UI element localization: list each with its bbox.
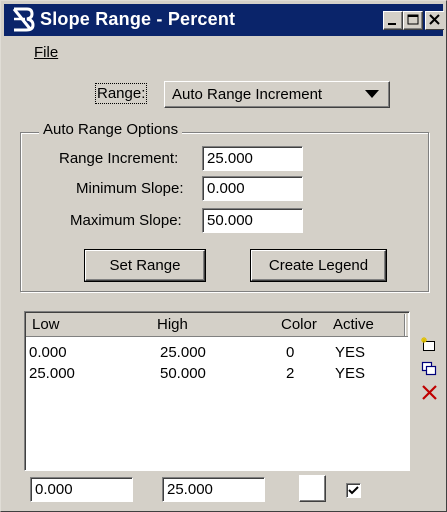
dropdown-arrow-icon (365, 90, 379, 98)
cell-low: 25.000 (29, 365, 75, 382)
delete-row-icon[interactable] (421, 384, 438, 401)
cell-active: YES (335, 344, 366, 361)
create-legend-button[interactable]: Create Legend (251, 250, 386, 281)
range-label: Range: (94, 83, 148, 104)
column-header-low[interactable]: Low (32, 316, 60, 333)
color-swatch-button[interactable] (299, 475, 326, 502)
table-row[interactable]: 25.000 50.000 2 YES (26, 364, 408, 384)
minimize-button[interactable] (383, 11, 403, 30)
cell-color: 2 (286, 365, 295, 382)
new-row-icon[interactable] (421, 337, 437, 353)
cell-active: YES (335, 365, 366, 382)
slope-range-window: Slope Range - Percent File Range: Auto R… (0, 0, 447, 512)
table-row[interactable]: 0.000 25.000 0 YES (26, 343, 408, 363)
minimum-slope-input[interactable]: 0.000 (202, 176, 303, 201)
cell-high: 25.000 (160, 344, 206, 361)
maximum-slope-label: Maximum Slope: (70, 212, 182, 229)
high-value-input[interactable]: 25.000 (162, 477, 265, 502)
menu-file[interactable]: File (34, 44, 58, 61)
active-checkbox[interactable] (346, 483, 361, 498)
column-header-active[interactable]: Active (333, 316, 374, 333)
list-header: Low High Color Active (26, 313, 408, 337)
close-icon (429, 14, 440, 25)
header-divider (404, 314, 405, 336)
maximize-button[interactable] (403, 11, 423, 30)
range-dropdown[interactable]: Auto Range Increment (164, 81, 390, 108)
minimize-icon (388, 23, 396, 25)
low-value-input[interactable]: 0.000 (30, 477, 133, 502)
maximum-slope-input[interactable]: 50.000 (202, 208, 303, 233)
close-button[interactable] (425, 11, 444, 30)
window-title: Slope Range - Percent (40, 9, 236, 29)
set-range-button[interactable]: Set Range (85, 250, 205, 281)
copy-row-icon[interactable] (421, 361, 437, 377)
cell-high: 50.000 (160, 365, 206, 382)
range-increment-input[interactable]: 25.000 (202, 146, 303, 171)
cell-low: 0.000 (29, 344, 67, 361)
range-increment-label: Range Increment: (59, 150, 179, 167)
title-bar[interactable]: Slope Range - Percent (4, 4, 444, 36)
range-list[interactable]: Low High Color Active 0.000 25.000 0 YES… (24, 311, 410, 471)
auto-range-options-title: Auto Range Options (39, 121, 183, 138)
minimum-slope-label: Minimum Slope: (76, 180, 184, 197)
menu-file-label: File (34, 44, 59, 61)
menu-bar: File (4, 38, 443, 66)
bentley-b-icon (12, 7, 35, 32)
cell-color: 0 (286, 344, 295, 361)
maximize-icon (407, 14, 419, 25)
column-header-high[interactable]: High (157, 316, 188, 333)
range-dropdown-value: Auto Range Increment (172, 86, 323, 103)
column-header-color[interactable]: Color (281, 316, 317, 333)
checkmark-icon (348, 486, 359, 495)
